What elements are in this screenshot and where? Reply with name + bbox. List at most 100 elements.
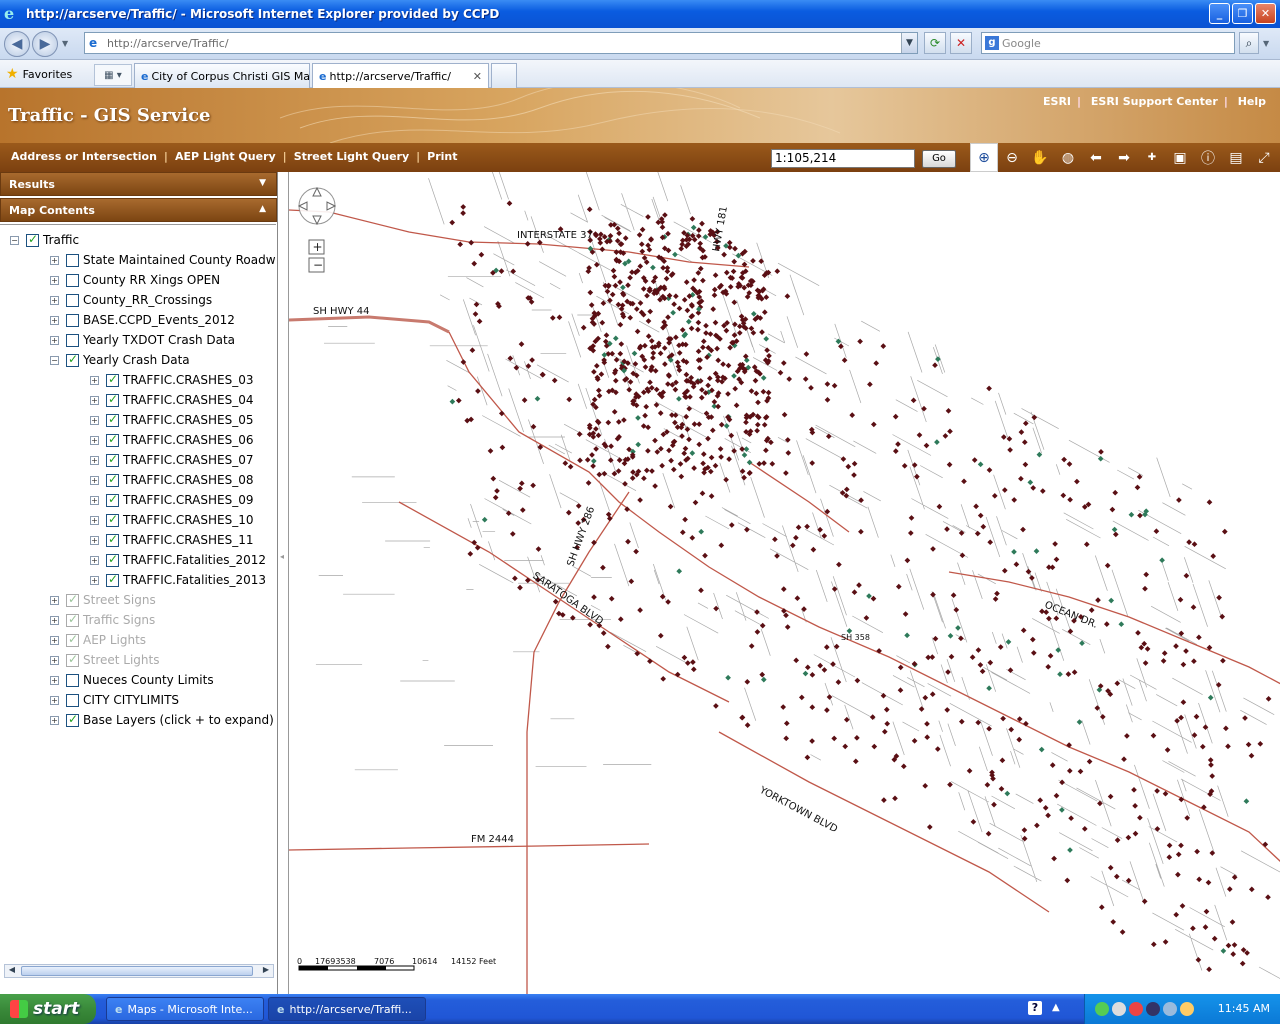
layer-visibility-checkbox[interactable] bbox=[106, 412, 119, 427]
quick-tabs-button[interactable]: ▦ ▾ bbox=[94, 64, 132, 86]
expand-icon[interactable]: + bbox=[90, 495, 99, 505]
esri-link[interactable]: ESRI bbox=[1037, 95, 1077, 108]
help-tray-icon[interactable]: ? bbox=[1028, 1001, 1042, 1015]
search-input[interactable]: g Google bbox=[981, 32, 1235, 54]
scroll-right-icon[interactable]: ▶ bbox=[259, 965, 273, 977]
url-dropdown-icon[interactable]: ▼ bbox=[901, 33, 917, 53]
layer-visibility-checkbox[interactable] bbox=[66, 673, 79, 687]
layer-visibility-checkbox[interactable] bbox=[26, 232, 39, 247]
tab-close-icon[interactable]: ✕ bbox=[473, 70, 482, 83]
expand-icon[interactable]: + bbox=[90, 435, 99, 445]
antivirus-tray-icon[interactable] bbox=[1129, 1002, 1143, 1016]
toc-layer-item[interactable]: − Traffic bbox=[10, 231, 79, 249]
toc-layer-item[interactable]: + TRAFFIC.CRASHES_03 bbox=[90, 371, 253, 389]
back-button[interactable]: ◀ bbox=[4, 31, 30, 57]
map-navigation-control[interactable]: + − bbox=[297, 186, 337, 273]
expand-icon[interactable]: + bbox=[50, 595, 59, 605]
back-extent-tool[interactable]: ⬅ bbox=[1082, 143, 1110, 172]
print-menu[interactable]: Print bbox=[420, 150, 464, 163]
favorites-button[interactable]: ★ Favorites bbox=[6, 66, 72, 82]
toc-horizontal-scrollbar[interactable]: ◀ ▶ bbox=[4, 964, 274, 978]
toc-layer-item[interactable]: + TRAFFIC.CRASHES_07 bbox=[90, 451, 253, 469]
expand-icon[interactable]: + bbox=[90, 515, 99, 525]
layer-visibility-checkbox[interactable] bbox=[106, 452, 119, 467]
layer-visibility-checkbox[interactable] bbox=[106, 392, 119, 407]
expand-icon[interactable]: + bbox=[50, 675, 59, 685]
toc-layer-item[interactable]: + County RR Xings OPEN bbox=[50, 271, 220, 289]
layer-visibility-checkbox[interactable] bbox=[106, 532, 119, 547]
toc-layer-item[interactable]: + BASE.CCPD_Events_2012 bbox=[50, 311, 235, 329]
layer-visibility-checkbox[interactable] bbox=[66, 632, 79, 647]
search-button[interactable]: ⌕ bbox=[1239, 32, 1259, 54]
toc-layer-item[interactable]: + TRAFFIC.Fatalities_2012 bbox=[90, 551, 266, 569]
layer-visibility-checkbox[interactable] bbox=[66, 693, 79, 707]
expand-icon[interactable]: + bbox=[50, 615, 59, 625]
layer-visibility-checkbox[interactable] bbox=[66, 592, 79, 607]
layer-visibility-checkbox[interactable] bbox=[106, 472, 119, 487]
minimize-button[interactable]: _ bbox=[1209, 3, 1230, 24]
map-view[interactable]: INTERSTATE 37 HWY 181 SH HWY 44 SH HWY 2… bbox=[288, 172, 1280, 994]
map-canvas[interactable]: INTERSTATE 37 HWY 181 SH HWY 44 SH HWY 2… bbox=[289, 172, 1280, 994]
map-contents-header[interactable]: Map Contents ▲ bbox=[0, 198, 277, 222]
layer-visibility-checkbox[interactable] bbox=[66, 652, 79, 667]
toc-layer-item[interactable]: + Street Signs bbox=[50, 591, 156, 609]
start-button[interactable]: start bbox=[0, 994, 96, 1024]
forward-extent-tool[interactable]: ➡ bbox=[1110, 143, 1138, 172]
toc-layer-item[interactable]: + AEP Lights bbox=[50, 631, 146, 649]
clear-tool[interactable]: ▣ bbox=[1166, 143, 1194, 172]
collapse-icon[interactable]: − bbox=[10, 235, 19, 245]
zoom-out-tool[interactable]: ⊖ bbox=[998, 143, 1026, 172]
layer-visibility-checkbox[interactable] bbox=[106, 492, 119, 507]
full-extent-tool[interactable]: ◍ bbox=[1054, 143, 1082, 172]
layer-visibility-checkbox[interactable] bbox=[106, 512, 119, 527]
identify-tool[interactable]: ⓘ bbox=[1194, 143, 1222, 172]
security-tray-icon[interactable] bbox=[1112, 1002, 1126, 1016]
layer-visibility-checkbox[interactable] bbox=[106, 572, 119, 587]
esri-support-link[interactable]: ESRI Support Center bbox=[1085, 95, 1224, 108]
expand-icon[interactable]: + bbox=[90, 575, 99, 585]
messenger-tray-icon[interactable] bbox=[1180, 1002, 1194, 1016]
expand-icon[interactable]: + bbox=[90, 535, 99, 545]
go-button[interactable]: Go bbox=[922, 150, 956, 168]
toc-layer-item[interactable]: + CITY CITYLIMITS bbox=[50, 691, 179, 709]
collapse-icon[interactable]: − bbox=[50, 355, 59, 365]
layer-visibility-checkbox[interactable] bbox=[66, 352, 79, 367]
zoom-in-tool[interactable]: ⊕ bbox=[970, 143, 998, 172]
layer-visibility-checkbox[interactable] bbox=[106, 372, 119, 387]
layer-visibility-checkbox[interactable] bbox=[66, 712, 79, 727]
pan-tool[interactable]: ✋ bbox=[1026, 143, 1054, 172]
expand-icon[interactable]: + bbox=[90, 395, 99, 405]
layer-visibility-checkbox[interactable] bbox=[66, 253, 79, 267]
expand-icon[interactable]: + bbox=[50, 715, 59, 725]
expand-icon[interactable]: + bbox=[50, 655, 59, 665]
network-tray-icon[interactable] bbox=[1095, 1002, 1109, 1016]
toc-layer-item[interactable]: + TRAFFIC.CRASHES_11 bbox=[90, 531, 253, 549]
toc-layer-item[interactable]: + TRAFFIC.CRASHES_08 bbox=[90, 471, 253, 489]
toc-layer-item[interactable]: + TRAFFIC.CRASHES_10 bbox=[90, 511, 253, 529]
results-header[interactable]: Results ▼ bbox=[0, 172, 277, 196]
history-dropdown-icon[interactable]: ▼ bbox=[62, 39, 68, 48]
layer-visibility-checkbox[interactable] bbox=[106, 432, 119, 447]
expand-icon[interactable]: + bbox=[50, 695, 59, 705]
layer-visibility-checkbox[interactable] bbox=[66, 333, 79, 347]
toc-layer-item[interactable]: + TRAFFIC.CRASHES_05 bbox=[90, 411, 253, 429]
toc-layer-item[interactable]: + Street Lights bbox=[50, 651, 159, 669]
layer-visibility-checkbox[interactable] bbox=[66, 313, 79, 327]
panel-splitter[interactable] bbox=[278, 172, 288, 994]
layer-visibility-checkbox[interactable] bbox=[106, 552, 119, 567]
expand-icon[interactable]: + bbox=[50, 635, 59, 645]
stop-button[interactable]: ✕ bbox=[950, 32, 972, 54]
tab-arcserve-traffic[interactable]: e http://arcserve/Traffic/ ✕ bbox=[312, 63, 489, 88]
toc-layer-item[interactable]: + Traffic Signs bbox=[50, 611, 155, 629]
toc-layer-item[interactable]: + Base Layers (click + to expand) bbox=[50, 711, 274, 729]
toc-layer-item[interactable]: + Yearly TXDOT Crash Data bbox=[50, 331, 235, 349]
scale-input[interactable]: 1:105,214 bbox=[771, 149, 915, 168]
street-light-query-menu[interactable]: Street Light Query bbox=[287, 150, 416, 163]
help-link[interactable]: Help bbox=[1232, 95, 1272, 108]
toc-layer-item[interactable]: + County_RR_Crossings bbox=[50, 291, 212, 309]
xy-tool[interactable]: ✚ bbox=[1138, 143, 1166, 172]
expand-icon[interactable]: + bbox=[90, 375, 99, 385]
url-input[interactable]: e http://arcserve/Traffic/ ▼ bbox=[84, 32, 918, 54]
search-options-icon[interactable]: ▼ bbox=[1263, 39, 1269, 48]
toc-layer-item[interactable]: + TRAFFIC.CRASHES_06 bbox=[90, 431, 253, 449]
